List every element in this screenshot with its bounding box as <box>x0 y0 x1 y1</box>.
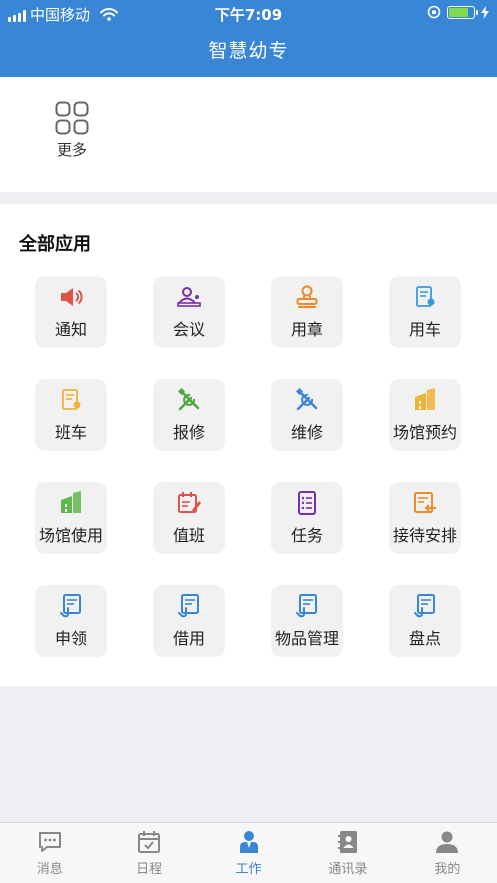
app-label: 班车 <box>54 423 87 442</box>
app-label: 申领 <box>54 629 87 648</box>
car-document-icon <box>416 286 435 307</box>
meeting-icon <box>177 287 201 307</box>
tab-label: 消息 <box>36 862 63 877</box>
app-tile-duty[interactable]: 值班 <box>153 482 225 554</box>
app-tile-maintenance[interactable]: 维修 <box>271 379 343 451</box>
status-right <box>427 5 489 19</box>
charging-icon <box>481 5 489 19</box>
app-tile-report-repair[interactable]: 报修 <box>153 379 225 451</box>
app-label: 借用 <box>172 629 205 648</box>
megaphone-icon <box>61 288 83 306</box>
app-label: 值班 <box>172 526 205 545</box>
app-tile-reception[interactable]: 接待安排 <box>389 482 461 554</box>
apps-title: 全部应用 <box>19 234 91 255</box>
app-label: 维修 <box>290 423 323 442</box>
app-label: 场馆使用 <box>38 526 103 545</box>
app-label: 盘点 <box>408 629 441 648</box>
app-label: 任务 <box>290 526 323 545</box>
grid-icon <box>55 101 89 135</box>
app-label: 用车 <box>408 320 441 339</box>
app-tile-car[interactable]: 用车 <box>389 276 461 348</box>
app-tile-venue-use[interactable]: 场馆使用 <box>35 482 107 554</box>
tab-label: 我的 <box>434 862 461 877</box>
app-tile-shuttle[interactable]: 班车 <box>35 379 107 451</box>
venue-building-icon <box>61 491 81 513</box>
orientation-lock-icon <box>427 5 441 19</box>
repair-tools-icon <box>177 387 200 411</box>
nav-bar: 智慧幼专 <box>0 26 497 77</box>
app-tile-borrow[interactable]: 借用 <box>153 585 225 657</box>
task-list-icon <box>298 491 316 515</box>
app-tile-task[interactable]: 任务 <box>271 482 343 554</box>
app-label: 场馆预约 <box>392 423 457 442</box>
app-tile-goods-management[interactable]: 物品管理 <box>271 585 343 657</box>
tab-label: 工作 <box>235 862 262 877</box>
maintenance-tools-icon <box>295 387 318 411</box>
tab-work[interactable]: 工作 <box>199 823 298 883</box>
app-tile-inventory[interactable]: 盘点 <box>389 585 461 657</box>
reception-document-icon <box>414 492 436 513</box>
app-label: 会议 <box>172 320 205 339</box>
apps-section: 全部应用 通知 会议 用章 用车 班车 报修 维修 场馆预约 场馆使用 值班 任… <box>0 204 497 686</box>
app-label: 报修 <box>172 423 205 442</box>
more-section: 更多 <box>0 77 497 192</box>
tab-schedule[interactable]: 日程 <box>99 823 198 883</box>
message-icon <box>38 832 61 852</box>
page-title: 智慧幼专 <box>208 40 289 62</box>
app-label: 用章 <box>290 320 323 339</box>
stamp-icon <box>296 285 318 308</box>
bus-document-icon <box>62 389 81 410</box>
duty-calendar-icon <box>178 492 201 513</box>
inventory-document-icon <box>414 594 435 618</box>
more-label: 更多 <box>56 141 87 159</box>
tab-label: 通讯录 <box>328 862 368 877</box>
app-tile-notice[interactable]: 通知 <box>35 276 107 348</box>
app-label: 接待安排 <box>392 526 457 545</box>
profile-icon <box>436 831 459 853</box>
app-tile-meeting[interactable]: 会议 <box>153 276 225 348</box>
tab-contacts[interactable]: 通讯录 <box>298 823 397 883</box>
status-time: 下午7:09 <box>214 6 283 24</box>
borrow-document-icon <box>178 594 199 618</box>
apply-document-icon <box>60 594 81 618</box>
app-label: 通知 <box>54 320 87 339</box>
app-tile-seal[interactable]: 用章 <box>271 276 343 348</box>
work-person-icon <box>239 831 258 853</box>
contacts-icon <box>337 831 357 853</box>
tab-mine[interactable]: 我的 <box>398 823 497 883</box>
calendar-icon <box>138 831 161 853</box>
tab-label: 日程 <box>136 862 163 877</box>
tab-bar: 消息 日程 工作 通讯录 我的 <box>0 822 497 883</box>
app-tile-venue-booking[interactable]: 场馆预约 <box>389 379 461 451</box>
status-bar: 中国移动 下午7:09 <box>0 0 497 26</box>
app-tile-apply[interactable]: 申领 <box>35 585 107 657</box>
tab-messages[interactable]: 消息 <box>0 823 99 883</box>
app-label: 物品管理 <box>274 629 339 648</box>
battery-icon <box>447 5 478 19</box>
goods-document-icon <box>296 594 317 618</box>
venue-building-icon <box>415 388 435 410</box>
more-button[interactable]: 更多 <box>42 101 102 160</box>
